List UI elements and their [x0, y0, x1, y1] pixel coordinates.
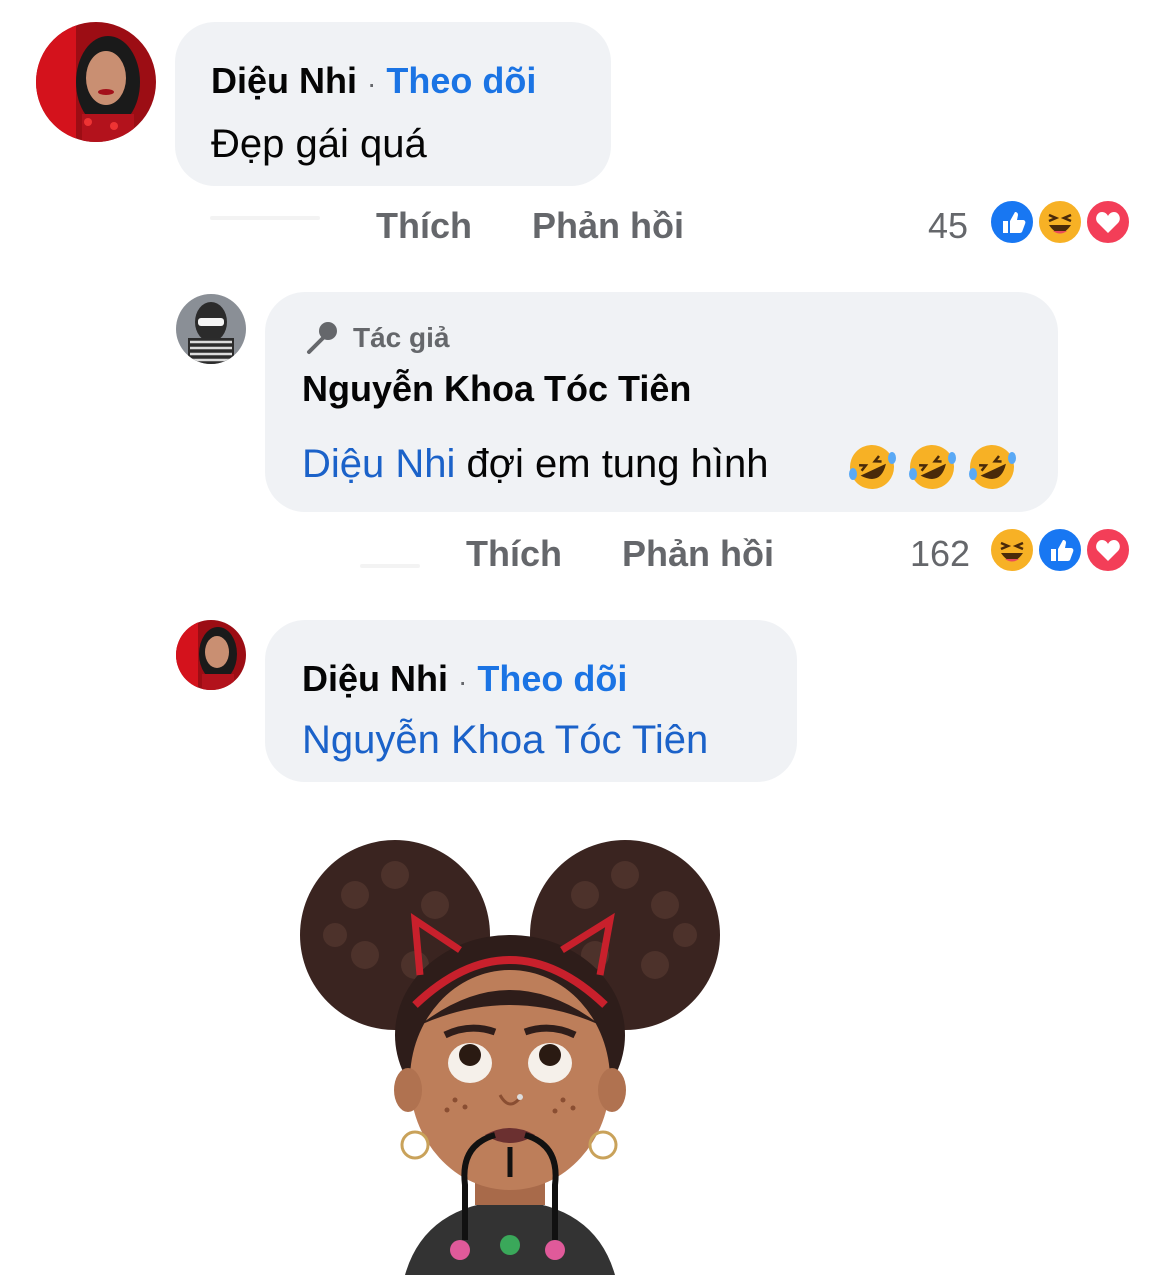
rofl-emoji [849, 445, 896, 489]
reply-button[interactable]: Phản hồi [532, 205, 684, 247]
haha-icon [988, 526, 1036, 574]
mention-link[interactable]: Nguyễn Khoa Tóc Tiên [302, 718, 708, 763]
avatar[interactable] [36, 22, 156, 142]
emoji-group [845, 440, 1025, 492]
rofl-emoji [969, 445, 1016, 489]
avatar[interactable] [176, 294, 246, 364]
separator-dot: · [458, 666, 468, 697]
reaction-count[interactable]: 162 [910, 533, 970, 575]
memoji-sticker [295, 835, 725, 1275]
timestamp-faded [360, 564, 420, 568]
like-button[interactable]: Thích [376, 205, 472, 247]
comment-author[interactable]: Diệu Nhi [211, 60, 357, 101]
like-icon [988, 198, 1036, 246]
reaction-summary[interactable] [988, 198, 1138, 246]
rofl-emoji [909, 445, 956, 489]
avatar[interactable] [176, 620, 246, 690]
reply-button[interactable]: Phản hồi [622, 533, 774, 575]
reaction-count[interactable]: 45 [928, 205, 968, 247]
like-icon [1036, 526, 1084, 574]
comment-author[interactable]: Nguyễn Khoa Tóc Tiên [302, 368, 691, 410]
comment-bubble: Tác giả Nguyễn Khoa Tóc Tiên Diệu Nhi đợ… [265, 292, 1058, 512]
comment-bubble: Diệu Nhi · Theo dõi Đẹp gái quá [175, 22, 611, 186]
haha-icon [1036, 198, 1084, 246]
comment-body: đợi em tung hình [466, 442, 769, 486]
like-button[interactable]: Thích [466, 533, 562, 575]
love-icon [1084, 198, 1132, 246]
reaction-summary[interactable] [988, 526, 1138, 574]
comment-bubble: Diệu Nhi · Theo dõi Nguyễn Khoa Tóc Tiên [265, 620, 797, 782]
comment-text: Đẹp gái quá [211, 122, 427, 166]
follow-button[interactable]: Theo dõi [477, 658, 627, 699]
mention-link[interactable]: Diệu Nhi [302, 442, 455, 486]
timestamp-faded [210, 216, 320, 220]
comment-author[interactable]: Diệu Nhi [302, 658, 448, 699]
author-badge-label: Tác giả [353, 322, 450, 353]
separator-dot: · [367, 68, 377, 99]
comment-text: Diệu Nhi đợi em tung hình [302, 442, 769, 487]
microphone-icon [303, 320, 341, 361]
follow-button[interactable]: Theo dõi [386, 60, 536, 101]
love-icon [1084, 526, 1132, 574]
